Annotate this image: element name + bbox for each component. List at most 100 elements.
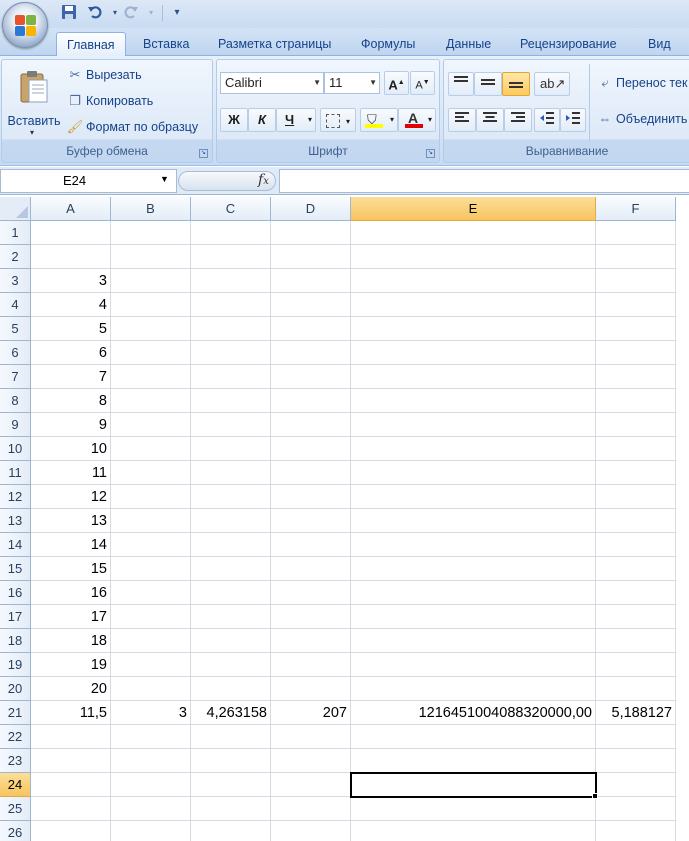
row-header-25[interactable]: 25: [0, 797, 31, 821]
cell-a4[interactable]: 4: [31, 293, 111, 317]
cell-f13[interactable]: [596, 509, 676, 533]
row-header-22[interactable]: 22: [0, 725, 31, 749]
cell-d4[interactable]: [271, 293, 351, 317]
cell-b14[interactable]: [111, 533, 191, 557]
cell-f6[interactable]: [596, 341, 676, 365]
cell-d22[interactable]: [271, 725, 351, 749]
cell-e21[interactable]: 1216451004088320000,00: [351, 701, 596, 725]
cell-a15[interactable]: 15: [31, 557, 111, 581]
cell-e26[interactable]: [351, 821, 596, 841]
row-header-3[interactable]: 3: [0, 269, 31, 293]
cell-d17[interactable]: [271, 605, 351, 629]
row-header-4[interactable]: 4: [0, 293, 31, 317]
tab-page-layout[interactable]: Разметка страницы: [208, 32, 341, 56]
cell-e10[interactable]: [351, 437, 596, 461]
row-header-6[interactable]: 6: [0, 341, 31, 365]
redo-dropdown-icon[interactable]: ▾: [142, 4, 160, 22]
cell-f2[interactable]: [596, 245, 676, 269]
cell-a9[interactable]: 9: [31, 413, 111, 437]
cell-a25[interactable]: [31, 797, 111, 821]
cell-c9[interactable]: [191, 413, 271, 437]
cell-c7[interactable]: [191, 365, 271, 389]
cell-d16[interactable]: [271, 581, 351, 605]
office-button[interactable]: [2, 2, 48, 48]
row-header-17[interactable]: 17: [0, 605, 31, 629]
cell-f14[interactable]: [596, 533, 676, 557]
increase-indent-icon[interactable]: [560, 108, 586, 132]
cell-e5[interactable]: [351, 317, 596, 341]
row-header-1[interactable]: 1: [0, 221, 31, 245]
row-header-19[interactable]: 19: [0, 653, 31, 677]
cell-e4[interactable]: [351, 293, 596, 317]
column-header-a[interactable]: A: [31, 197, 111, 221]
cell-d18[interactable]: [271, 629, 351, 653]
cell-e15[interactable]: [351, 557, 596, 581]
active-cell[interactable]: [350, 772, 597, 798]
cell-d14[interactable]: [271, 533, 351, 557]
cell-b11[interactable]: [111, 461, 191, 485]
cell-c23[interactable]: [191, 749, 271, 773]
cell-e14[interactable]: [351, 533, 596, 557]
cell-a12[interactable]: 12: [31, 485, 111, 509]
cell-f26[interactable]: [596, 821, 676, 841]
cell-b16[interactable]: [111, 581, 191, 605]
cell-c16[interactable]: [191, 581, 271, 605]
align-left-icon[interactable]: [448, 108, 476, 132]
row-header-2[interactable]: 2: [0, 245, 31, 269]
cell-f16[interactable]: [596, 581, 676, 605]
cell-b2[interactable]: [111, 245, 191, 269]
cell-c13[interactable]: [191, 509, 271, 533]
column-header-d[interactable]: D: [271, 197, 351, 221]
cell-f17[interactable]: [596, 605, 676, 629]
row-header-24[interactable]: 24: [0, 773, 31, 797]
cell-c15[interactable]: [191, 557, 271, 581]
cell-f7[interactable]: [596, 365, 676, 389]
cell-b6[interactable]: [111, 341, 191, 365]
cell-a16[interactable]: 16: [31, 581, 111, 605]
cell-f24[interactable]: [596, 773, 676, 797]
cell-a1[interactable]: [31, 221, 111, 245]
cell-c4[interactable]: [191, 293, 271, 317]
row-header-16[interactable]: 16: [0, 581, 31, 605]
cell-f23[interactable]: [596, 749, 676, 773]
cell-c6[interactable]: [191, 341, 271, 365]
cell-c12[interactable]: [191, 485, 271, 509]
font-name-combo[interactable]: Calibri ▼: [220, 72, 324, 94]
grow-font-button[interactable]: A▲: [384, 71, 409, 95]
underline-button[interactable]: Ч ▾: [276, 108, 316, 132]
redo-icon[interactable]: [122, 4, 140, 22]
undo-icon[interactable]: [86, 4, 104, 22]
row-header-12[interactable]: 12: [0, 485, 31, 509]
cell-b25[interactable]: [111, 797, 191, 821]
align-middle-icon[interactable]: [474, 72, 502, 96]
cell-c19[interactable]: [191, 653, 271, 677]
italic-button[interactable]: К: [248, 108, 276, 132]
row-header-21[interactable]: 21: [0, 701, 31, 725]
cell-a21[interactable]: 11,5: [31, 701, 111, 725]
cell-f9[interactable]: [596, 413, 676, 437]
cell-d13[interactable]: [271, 509, 351, 533]
customize-icon[interactable]: ▾: [168, 4, 186, 22]
cell-d11[interactable]: [271, 461, 351, 485]
cell-e16[interactable]: [351, 581, 596, 605]
cell-f11[interactable]: [596, 461, 676, 485]
cell-f20[interactable]: [596, 677, 676, 701]
column-header-e[interactable]: E: [351, 197, 596, 221]
orientation-button[interactable]: ab↗: [534, 72, 570, 96]
cell-e7[interactable]: [351, 365, 596, 389]
row-header-23[interactable]: 23: [0, 749, 31, 773]
cell-a6[interactable]: 6: [31, 341, 111, 365]
cell-a2[interactable]: [31, 245, 111, 269]
copy-button[interactable]: ❐ Копировать: [66, 90, 153, 112]
cell-f3[interactable]: [596, 269, 676, 293]
row-header-9[interactable]: 9: [0, 413, 31, 437]
cell-e23[interactable]: [351, 749, 596, 773]
cell-c17[interactable]: [191, 605, 271, 629]
cell-d12[interactable]: [271, 485, 351, 509]
cell-f4[interactable]: [596, 293, 676, 317]
cell-b17[interactable]: [111, 605, 191, 629]
cell-b19[interactable]: [111, 653, 191, 677]
align-bottom-icon[interactable]: [502, 72, 530, 96]
cell-f12[interactable]: [596, 485, 676, 509]
cell-e13[interactable]: [351, 509, 596, 533]
